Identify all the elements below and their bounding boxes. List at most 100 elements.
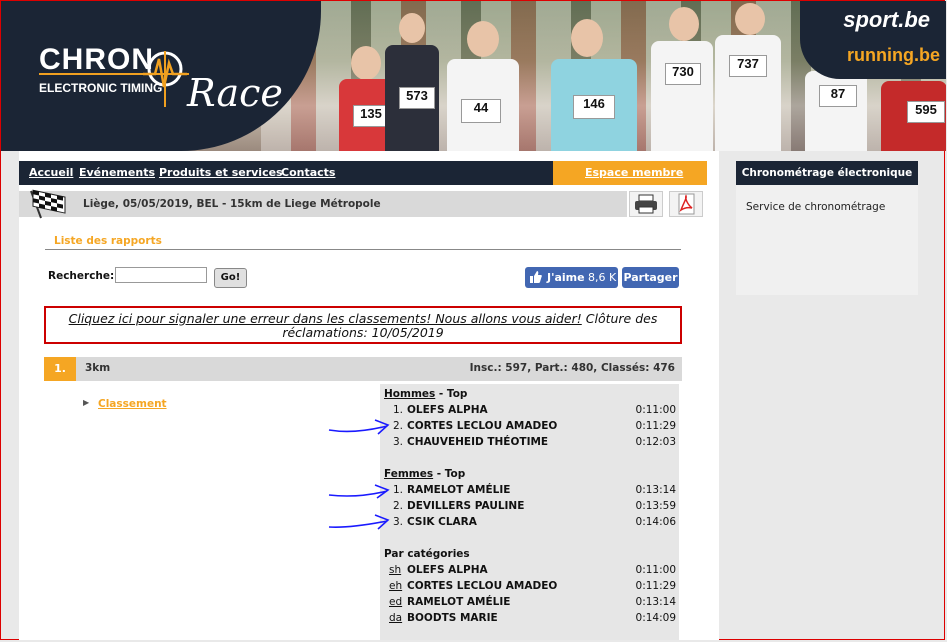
runner-head — [399, 13, 425, 43]
sidebar-title: Chronométrage électronique — [736, 161, 918, 185]
result-row: 2. DEVILLERS PAULINE 0:13:59 — [380, 500, 679, 516]
runner-name[interactable]: DEVILLERS PAULINE — [407, 500, 524, 512]
categories-section-title: Par catégories — [384, 548, 470, 560]
event-bar: Liège, 05/05/2019, BEL - 15km de Liege M… — [19, 191, 627, 217]
bib-number: 87 — [819, 85, 857, 107]
runner-head — [735, 3, 765, 35]
runner-time: 0:11:29 — [635, 420, 676, 432]
runner-head — [669, 7, 699, 41]
annotation-arrow-icon — [328, 484, 390, 499]
sport-be-logo[interactable]: sport.be — [843, 7, 930, 33]
like-count: 8,6 K — [588, 271, 617, 284]
search-input[interactable] — [115, 267, 207, 283]
rank: 1. — [393, 404, 404, 416]
rank: 2. — [393, 500, 404, 512]
classement-link[interactable]: Classement — [98, 398, 167, 410]
like-label: J'aime — [547, 271, 585, 284]
bib-number: 135 — [353, 105, 389, 127]
header-banner: 135 44 146 573 730 737 87 595 CHRON ELEC… — [1, 1, 946, 151]
runner-name[interactable]: CHAUVEHEID THÉOTIME — [407, 436, 548, 448]
thumbs-up-icon — [530, 271, 542, 283]
category-code[interactable]: sh — [389, 564, 401, 576]
runner-name[interactable]: CORTES LECLOU AMADEO — [407, 420, 557, 432]
error-report-link[interactable]: Cliquez ici pour signaler une erreur dan… — [69, 311, 582, 326]
nav-item-accueil[interactable]: Accueil — [29, 166, 73, 179]
runner-time: 0:13:59 — [635, 500, 676, 512]
facebook-share-button[interactable]: Partager — [622, 267, 679, 288]
runner-name[interactable]: BOODTS MARIE — [407, 612, 498, 624]
runner — [651, 41, 713, 151]
pdf-icon — [678, 193, 695, 215]
category-code[interactable]: ed — [389, 596, 402, 608]
results-box: Hommes - Top 1. OLEFS ALPHA 0:11:00 2. C… — [380, 384, 679, 640]
sidebar: Chronométrage électronique Service de ch… — [736, 161, 918, 295]
runner-name[interactable]: RAMELOT AMÉLIE — [407, 596, 510, 608]
rank: 3. — [393, 516, 404, 528]
runner-name[interactable]: RAMELOT AMÉLIE — [407, 484, 510, 496]
triangle-right-icon: ▶ — [83, 398, 90, 407]
bib-number: 44 — [461, 99, 501, 123]
runner-name[interactable]: OLEFS ALPHA — [407, 404, 488, 416]
runner-name[interactable]: CORTES LECLOU AMADEO — [407, 580, 557, 592]
member-area-link[interactable]: Espace membre — [585, 166, 683, 179]
rank: 2. — [393, 420, 404, 432]
runner-time: 0:12:03 — [635, 436, 676, 448]
rank: 1. — [393, 484, 404, 496]
rank: 3. — [393, 436, 404, 448]
main-content: Accueil Evénements Produits et services … — [19, 151, 719, 640]
runner-time: 0:13:14 — [635, 596, 676, 608]
annotation-arrow-icon — [328, 514, 390, 530]
logo-underline — [39, 73, 189, 75]
runner — [715, 35, 781, 151]
sport-be-panel[interactable]: sport.be running.be — [800, 1, 946, 79]
search-go-button[interactable]: Go! — [214, 268, 247, 288]
reports-header: Liste des rapports — [45, 233, 681, 250]
runner-head — [351, 46, 381, 80]
result-row: 3. CHAUVEHEID THÉOTIME 0:12:03 — [380, 436, 679, 452]
event-title: Liège, 05/05/2019, BEL - 15km de Liege M… — [83, 198, 381, 210]
race-header: 1. 3km Insc.: 597, Part.: 480, Classés: … — [44, 357, 682, 381]
logo-chrono-text: CHRON — [39, 43, 154, 76]
result-row: 3. CSIK CLARA 0:14:06 — [380, 516, 679, 532]
men-section-title: Hommes - Top — [384, 388, 468, 400]
runner-name[interactable]: CSIK CLARA — [407, 516, 477, 528]
bib-number: 730 — [665, 63, 701, 85]
runner-time: 0:11:00 — [635, 404, 676, 416]
nav-item-contacts[interactable]: Contacts — [281, 166, 335, 179]
print-button[interactable] — [629, 191, 663, 217]
printer-icon — [635, 194, 657, 214]
women-section-title: Femmes - Top — [384, 468, 466, 480]
bib-number: 573 — [399, 87, 435, 109]
facebook-like-button[interactable]: J'aime 8,6 K — [525, 267, 618, 288]
logo-race-text: Race — [187, 71, 283, 115]
category-row: sh OLEFS ALPHA 0:11:00 — [380, 564, 679, 580]
bib-number: 737 — [729, 55, 767, 77]
runner-head — [467, 21, 499, 57]
runner-time: 0:13:14 — [635, 484, 676, 496]
runner-time: 0:11:00 — [635, 564, 676, 576]
reports-list-label: Liste des rapports — [54, 235, 162, 247]
pdf-button[interactable] — [669, 191, 703, 217]
nav-item-evenements[interactable]: Evénements — [79, 166, 155, 179]
error-report-notice: Cliquez ici pour signaler une erreur dan… — [44, 306, 682, 344]
runner — [805, 71, 867, 151]
bib-number: 146 — [573, 95, 615, 119]
top-nav: Accueil Evénements Produits et services … — [19, 161, 707, 185]
runner-time: 0:14:06 — [635, 516, 676, 528]
runner-name[interactable]: OLEFS ALPHA — [407, 564, 488, 576]
runner-head — [571, 19, 603, 57]
running-be-logo[interactable]: running.be — [847, 45, 940, 66]
category-code[interactable]: eh — [389, 580, 402, 592]
race-name: 3km — [85, 362, 111, 374]
runner-time: 0:11:29 — [635, 580, 676, 592]
category-row: da BOODTS MARIE 0:14:09 — [380, 612, 679, 628]
search-label: Recherche: — [48, 270, 115, 282]
category-row: eh CORTES LECLOU AMADEO 0:11:29 — [380, 580, 679, 596]
bib-number: 595 — [907, 101, 945, 123]
member-area[interactable]: Espace membre — [553, 161, 707, 185]
nav-item-produits[interactable]: Produits et services — [159, 166, 283, 179]
runner-time: 0:14:09 — [635, 612, 676, 624]
category-code[interactable]: da — [389, 612, 402, 624]
result-row: 1. OLEFS ALPHA 0:11:00 — [380, 404, 679, 420]
sidebar-item-timing-service[interactable]: Service de chronométrage — [746, 201, 885, 213]
